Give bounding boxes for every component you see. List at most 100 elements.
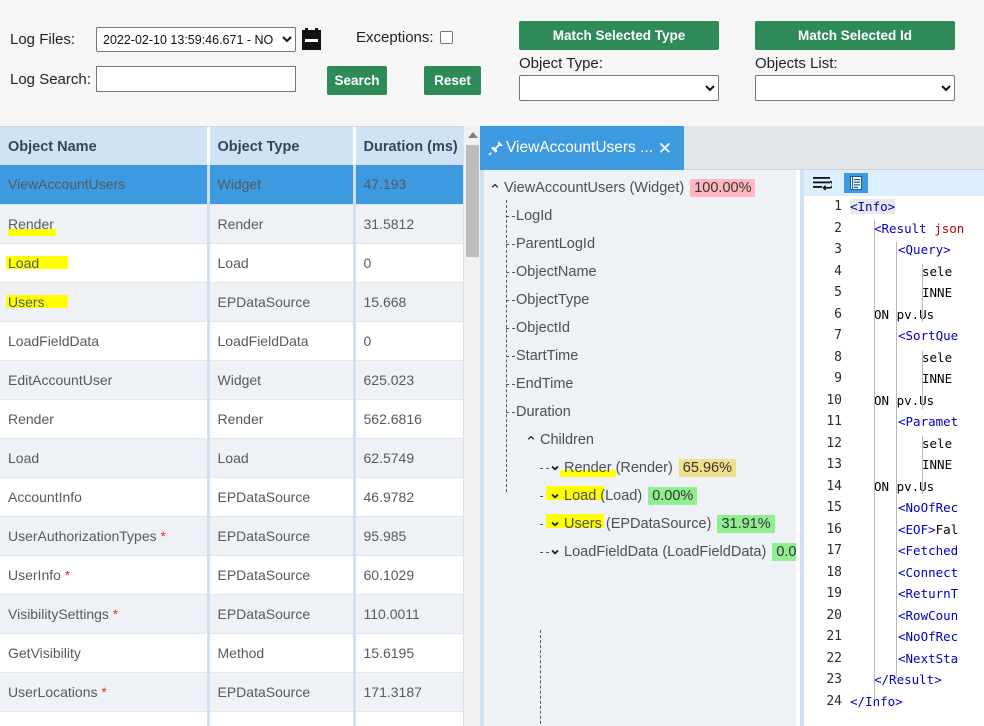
table-row[interactable]: LoadFieldDataLoadFieldData0 [0,711,463,726]
match-selected-id-button[interactable]: Match Selected Id [755,21,955,50]
code-line[interactable]: 8 sele [804,350,984,372]
code-line[interactable]: 16 <EOF>Fal [804,522,984,544]
code-line[interactable]: 12 sele [804,436,984,458]
chevron-up-icon-children[interactable] [522,431,540,449]
code-line[interactable]: 2 <Result json [804,221,984,243]
tree-child-name: Users [564,516,602,532]
code-line[interactable]: 21 <NoOfRec [804,629,984,651]
code-line[interactable]: 14 ON pv.Us [804,479,984,501]
code-line[interactable]: 23 </Result> [804,672,984,694]
chevron-down-icon[interactable] [546,459,564,477]
table-row[interactable]: ViewAccountUsers Widget 47.193 [0,165,463,205]
tree-field-label: StartTime [516,348,579,364]
table-row[interactable]: Render Render 562.6816 [0,399,463,439]
code-line[interactable]: 4 sele [804,264,984,286]
column-header-duration[interactable]: Duration (ms) [354,127,463,165]
tab-viewaccountusers[interactable]: ViewAccountUsers ... ✕ [480,126,684,170]
tree-child-users[interactable]: Users(EPDataSource) 31.91% [484,510,796,538]
log-search-input[interactable] [96,66,296,92]
code-line[interactable]: 20 <RowCoun [804,608,984,630]
search-button[interactable]: Search [327,66,387,95]
tree-field-logid[interactable]: LogId [484,202,796,230]
table-row[interactable]: VisibilitySettings * EPDataSource 110.0011 [0,594,463,634]
chevron-down-icon[interactable] [546,543,564,561]
object-type-select[interactable] [519,75,719,101]
code-line[interactable]: 11 <Paramet [804,414,984,436]
object-grid-panel[interactable]: Object Name Object Type Duration (ms) Vi… [0,126,463,726]
code-line[interactable]: 7 <SortQue [804,328,984,350]
code-line[interactable]: 24 </Info> [804,694,984,716]
grid-vertical-scrollbar[interactable] [463,126,480,726]
table-row[interactable]: Load Load 62.5749 [0,438,463,478]
code-line[interactable]: 6 ON pv.Us [804,307,984,329]
chevron-down-icon[interactable] [546,487,564,505]
line-number: 11 [826,414,842,429]
scroll-up-arrow-icon[interactable] [464,126,481,143]
table-row[interactable]: LoadFieldDataLoadFieldData0 [0,321,463,361]
table-row[interactable]: Render Render 31.5812 [0,204,463,244]
code-text: <RowCoun [898,607,959,623]
table-row[interactable]: EditAccountUser Widget 625.023 [0,360,463,400]
column-header-object-type[interactable]: Object Type [208,127,356,165]
tree-child-render[interactable]: Render(Render) 65.96% [484,454,796,482]
match-selected-type-button[interactable]: Match Selected Type [519,21,719,50]
tree-field-objectid[interactable]: ObjectId [484,314,796,342]
calendar-icon[interactable] [302,27,321,50]
tree-field-parentlogid[interactable]: ParentLogId [484,230,796,258]
code-line[interactable]: 10 ON pv.Us [804,393,984,415]
log-files-select[interactable]: 2022-02-10 13:59:46.671 - NO [96,27,296,52]
format-document-icon[interactable] [844,173,868,193]
tree-field-endtime[interactable]: EndTime [484,370,796,398]
reset-button[interactable]: Reset [424,66,481,95]
code-line[interactable]: 19 <ReturnT [804,586,984,608]
code-line[interactable]: 1 <Info> [804,199,984,221]
code-line[interactable]: 22 <NextSta [804,651,984,673]
object-name-text: UserInfo [8,566,61,583]
objects-list-select[interactable] [755,75,955,101]
scrollbar-thumb[interactable] [466,145,479,257]
exceptions-checkbox[interactable] [439,31,453,44]
code-text: INNE [922,371,953,386]
code-line[interactable]: 9 INNE [804,371,984,393]
object-tree-panel[interactable]: ViewAccountUsers (Widget) 100.00% LogId P… [480,170,796,726]
table-row[interactable]: UserInfo * EPDataSource 60.1029 [0,555,463,595]
table-row[interactable]: UserLocations * EPDataSource 171.3187 [0,672,463,712]
pin-icon[interactable] [488,140,504,156]
code-line[interactable]: 5 INNE [804,285,984,307]
object-name-text: Load [8,449,40,466]
code-line[interactable]: 3 <Query> [804,242,984,264]
cell-object-name: AccountInfo [0,477,210,517]
cell-object-name: Load [0,438,210,478]
table-row[interactable]: AccountInfo EPDataSource 46.9782 [0,477,463,517]
word-wrap-icon[interactable] [810,173,834,193]
chevron-down-icon[interactable] [546,515,564,533]
tree-guide-line-children [540,630,541,726]
code-line[interactable]: 15 <NoOfRec [804,500,984,522]
tree-child-loadfielddata[interactable]: LoadFieldData(LoadFieldData) 0.0 [484,538,796,566]
tree-field-starttime[interactable]: StartTime [484,342,796,370]
object-name-text: ViewAccountUsers [8,176,126,193]
object-grid: Object Name Object Type Duration (ms) Vi… [0,127,463,726]
cell-object-type: EPDataSource [208,672,356,712]
xml-code-area[interactable]: 1 <Info> 2 <Result json 3 <Query> 4 sele 5 INNE 6 O… [804,196,984,726]
line-number: 5 [834,285,842,300]
tree-field-objecttype[interactable]: ObjectType [484,286,796,314]
code-line[interactable]: 17 <Fetched [804,543,984,565]
tree-node-children[interactable]: Children [484,426,796,454]
xml-viewer-panel[interactable]: 1 <Info> 2 <Result json 3 <Query> 4 sele 5 INNE 6 O… [800,170,984,726]
tree-field-duration[interactable]: Duration [484,398,796,426]
table-row[interactable]: Users EPDataSource 15.668 [0,282,463,322]
tree-node-root[interactable]: ViewAccountUsers (Widget) 100.00% [484,174,796,202]
code-line[interactable]: 13 INNE [804,457,984,479]
tree-field-objectname[interactable]: ObjectName [484,258,796,286]
column-header-object-name[interactable]: Object Name [0,127,210,165]
line-number: 7 [834,328,842,343]
tree-child-load[interactable]: Load(Load) 0.00% [484,482,796,510]
table-row[interactable]: GetVisibility Method 15.6195 [0,633,463,673]
chevron-up-icon[interactable] [486,179,504,197]
table-row[interactable]: UserAuthorizationTypes * EPDataSource 95.9… [0,516,463,556]
code-line[interactable]: 18 <Connect [804,565,984,587]
close-icon[interactable]: ✕ [658,140,672,157]
tree-field-label: Duration [516,404,571,420]
table-row[interactable]: Load Load 0 [0,243,463,283]
